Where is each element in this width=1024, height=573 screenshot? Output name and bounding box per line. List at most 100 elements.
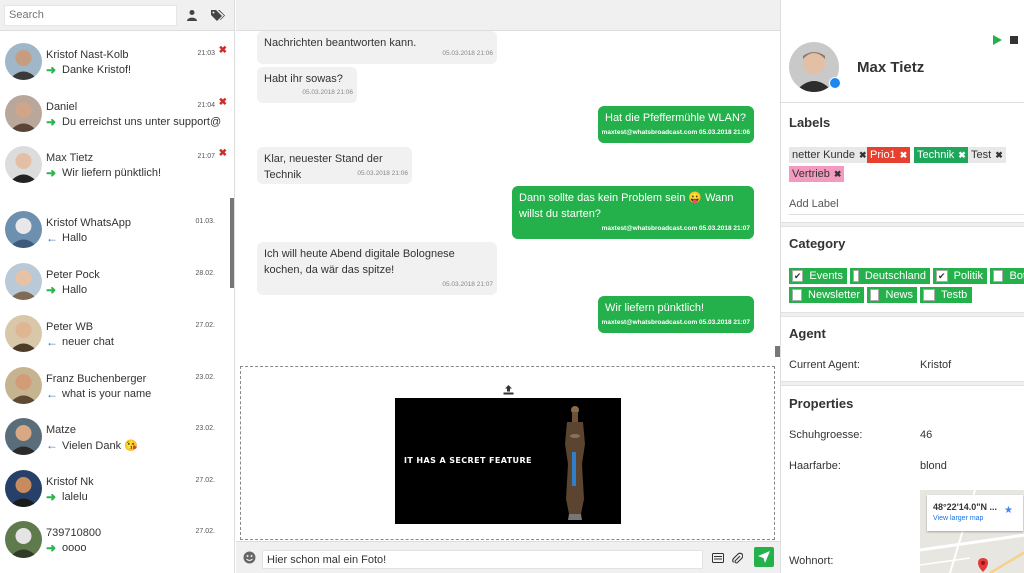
arrow-right-icon: ➜	[46, 63, 57, 77]
category-checkbox[interactable]: Bot	[990, 268, 1024, 284]
map-pin-icon	[978, 558, 988, 572]
chat-header-bar	[236, 0, 780, 31]
upload-dropzone[interactable]: IT HAS A SECRET FEATURE	[240, 366, 775, 540]
profile-header: Max Tietz	[781, 0, 1024, 103]
send-button[interactable]	[754, 547, 774, 567]
category-label: Testb	[941, 289, 968, 301]
arrow-right-icon: ➜	[46, 283, 57, 297]
contact-details-panel: Max Tietz Labels Add Label Category Agen…	[780, 0, 1024, 573]
message-input[interactable]	[262, 550, 703, 569]
contact-time: 21:04	[197, 102, 215, 109]
label-chip[interactable]: Technik ✖	[914, 147, 969, 163]
category-checkbox[interactable]: News	[867, 287, 917, 303]
checkbox-checked[interactable]: ✔	[936, 270, 948, 282]
incoming-message: Habt ihr sowas? 05.03.2018 21:06	[257, 67, 357, 103]
message-meta: maxtest@whatsbroadcast.com 05.03.2018 21…	[601, 225, 750, 232]
remove-label-icon[interactable]: ✖	[995, 150, 1003, 161]
remove-label-icon[interactable]: ✖	[859, 150, 867, 161]
category-checkbox[interactable]: Newsletter	[789, 287, 864, 303]
contact-item[interactable]: Daniel 21:04 ✖ ➜ Du erreichst uns unter supp…	[0, 91, 229, 141]
remove-label-icon[interactable]: ✖	[958, 150, 966, 161]
view-larger-map-link[interactable]: View larger map	[933, 515, 983, 522]
contact-avatar	[5, 470, 42, 507]
checkbox-unchecked[interactable]	[870, 289, 880, 301]
contact-item[interactable]: Kristof Nk 27.02. ➜ lalelu	[0, 466, 229, 516]
label-text: Technik	[917, 149, 955, 161]
add-label-input[interactable]: Add Label	[789, 198, 1024, 215]
label-chip[interactable]: Test ✖	[968, 147, 1006, 163]
close-icon[interactable]: ✖	[219, 148, 227, 159]
contact-avatar	[5, 263, 42, 300]
emoji-icon[interactable]	[243, 551, 256, 567]
category-checkbox[interactable]: ✔ Politik	[933, 268, 987, 284]
pepper-mill-image	[565, 406, 585, 520]
agent-title: Agent	[789, 326, 826, 341]
search-input[interactable]	[4, 4, 177, 26]
property-value[interactable]: blond	[920, 460, 947, 472]
last-message-text: Du erreichst uns unter support@...	[62, 116, 221, 128]
contact-item[interactable]: 739710800 27.02. ➜ oooo	[0, 517, 229, 567]
checkbox-unchecked[interactable]	[792, 289, 803, 301]
checkbox-unchecked[interactable]	[993, 270, 1004, 282]
section-divider	[781, 222, 1024, 227]
contact-name: Matze	[46, 424, 76, 436]
contact-item[interactable]: Peter WB 27.02. ← neuer chat	[0, 311, 229, 361]
star-icon[interactable]: ★	[1004, 505, 1013, 516]
contact-time: 23.02.	[195, 374, 215, 381]
outgoing-message: Wir liefern pünktlich! maxtest@whatsbroad…	[598, 296, 754, 333]
contact-name: Franz Buchenberger	[46, 373, 147, 385]
contact-last-message: ➜ Hallo	[46, 283, 221, 297]
remove-label-icon[interactable]: ✖	[900, 150, 908, 161]
contact-last-message: ➜ Du erreichst uns unter support@...	[46, 115, 221, 129]
label-chip[interactable]: Prio1 ✖	[867, 147, 911, 163]
stop-icon[interactable]	[1010, 36, 1018, 44]
category-checkbox[interactable]: Deutschland	[850, 268, 930, 284]
property-value[interactable]: 46	[920, 429, 932, 441]
arrow-left-icon: ←	[46, 335, 58, 349]
label-chip[interactable]: Vertrieb ✖	[789, 166, 845, 182]
contact-avatar	[5, 95, 42, 132]
contact-name: Kristof Nast-Kolb	[46, 49, 129, 61]
properties-title: Properties	[789, 396, 854, 411]
tags-icon[interactable]	[207, 4, 229, 26]
contact-avatar	[5, 521, 42, 558]
arrow-left-icon: ←	[46, 438, 58, 452]
checkbox-unchecked[interactable]	[923, 289, 935, 301]
contact-item[interactable]: Kristof WhatsApp 01.03. ← Hallo	[0, 207, 229, 257]
category-checkbox[interactable]: ✔ Events	[789, 268, 847, 284]
contact-name: Peter Pock	[46, 269, 100, 281]
remove-label-icon[interactable]: ✖	[834, 169, 842, 180]
upload-icon[interactable]	[503, 385, 514, 398]
last-message-text: Danke Kristof!	[62, 64, 132, 76]
contact-item[interactable]: Max Tietz 21:07 ✖ ➜ Wir liefern pünktlich!	[0, 142, 229, 192]
current-agent-value[interactable]: Kristof	[920, 359, 951, 371]
message-meta: 05.03.2018 21:07	[442, 281, 493, 288]
contact-avatar	[5, 367, 42, 404]
incoming-message: Nachrichten beantworten kann. 05.03.2018 …	[257, 31, 497, 64]
last-message-text: Wir liefern pünktlich!	[62, 167, 162, 179]
location-map[interactable]: 48°22'14.0"N ... View larger map ★	[920, 490, 1024, 573]
user-icon[interactable]	[181, 4, 203, 26]
preview-caption: IT HAS A SECRET FEATURE	[404, 456, 532, 465]
contact-item[interactable]: Franz Buchenberger 23.02. ← what is your na…	[0, 363, 229, 413]
message-text: Wir liefern pünktlich!	[605, 302, 705, 314]
checkbox-unchecked[interactable]	[853, 270, 859, 282]
category-checkbox[interactable]: Testb	[920, 287, 972, 303]
category-label: Events	[809, 270, 843, 282]
last-message-text: oooo	[62, 542, 87, 554]
contact-time: 01.03.	[195, 218, 215, 225]
checkbox-checked[interactable]: ✔	[792, 270, 804, 282]
label-chip[interactable]: netter Kunde ✖	[789, 147, 870, 163]
label-text: Test	[971, 149, 992, 161]
arrow-left-icon: ←	[46, 387, 58, 401]
contact-list-scrollbar[interactable]	[230, 198, 234, 288]
close-icon[interactable]: ✖	[219, 97, 227, 108]
contact-item[interactable]: Kristof Nast-Kolb 21:03 ✖ ➜ Danke Kristof!	[0, 39, 229, 89]
template-icon[interactable]	[712, 553, 724, 566]
contact-item[interactable]: Matze 23.02. ← Vielen Dank 😘	[0, 414, 229, 464]
close-icon[interactable]: ✖	[219, 45, 227, 56]
arrow-right-icon: ➜	[46, 541, 57, 555]
contact-item[interactable]: Peter Pock 28.02. ➜ Hallo	[0, 259, 229, 309]
play-icon[interactable]	[993, 35, 1002, 45]
attachment-icon[interactable]	[732, 552, 744, 568]
